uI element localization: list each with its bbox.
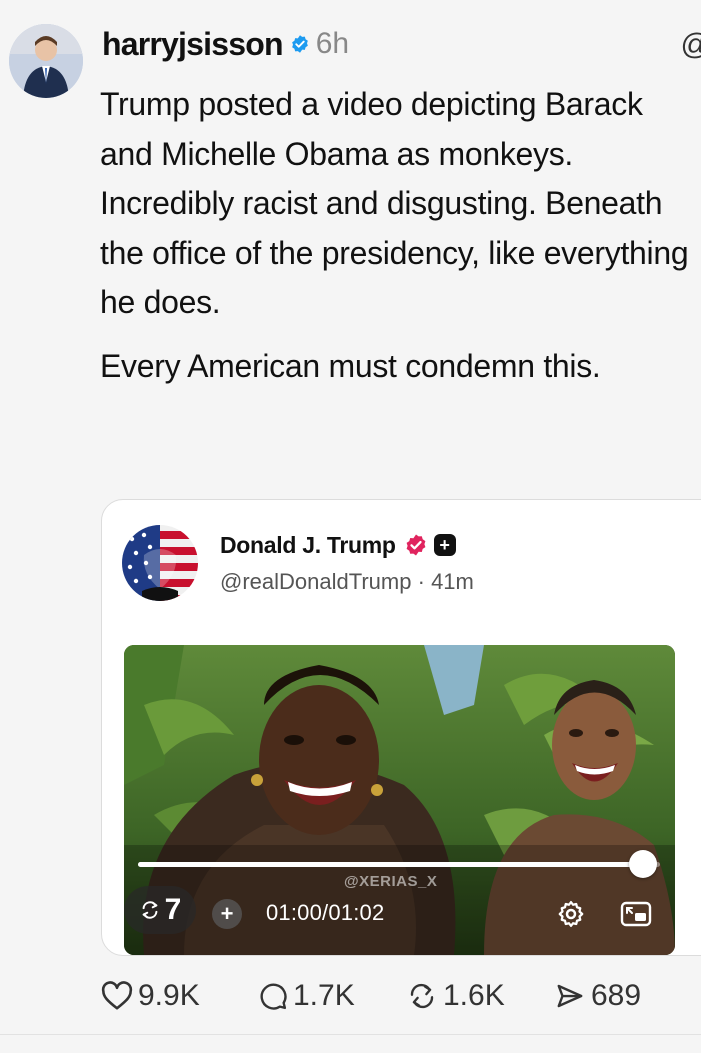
quoted-post-card[interactable]: Donald J. Trump + @realDonaldTrump · 41m xyxy=(101,499,701,956)
divider xyxy=(0,1034,701,1035)
repost-button[interactable]: 1.6K xyxy=(405,979,553,1013)
video-frame-image xyxy=(124,645,675,955)
video-player[interactable]: @XERIAS_X 7 + 01:00/01:02 xyxy=(124,645,675,955)
author-avatar-image xyxy=(9,24,83,98)
video-progress-bar[interactable] xyxy=(138,850,660,878)
like-count: 9.9K xyxy=(138,979,200,1012)
quoted-separator: · xyxy=(417,569,425,594)
verified-badge-icon xyxy=(291,35,308,53)
add-icon[interactable]: + xyxy=(212,899,242,929)
quoted-handle-row: @realDonaldTrump · 41m xyxy=(220,569,474,595)
repost-icon xyxy=(410,983,434,1009)
video-progress-fill xyxy=(138,862,644,867)
repost-count: 1.6K xyxy=(443,979,505,1012)
repost-count-pill[interactable]: 7 xyxy=(124,886,196,934)
post-body: Trump posted a video depicting Barack an… xyxy=(100,80,700,391)
video-watermark: @XERIAS_X xyxy=(344,873,438,890)
heart-icon xyxy=(101,981,133,1010)
reply-button[interactable]: 1.7K xyxy=(257,979,405,1013)
red-verified-badge-icon xyxy=(406,534,426,556)
author-avatar[interactable] xyxy=(9,24,83,98)
share-count: 689 xyxy=(591,979,642,1012)
share-button[interactable]: 689 xyxy=(553,979,641,1013)
quoted-handle[interactable]: @realDonaldTrump xyxy=(220,569,411,594)
repost-count: 7 xyxy=(164,893,182,926)
quoted-time: 41m xyxy=(431,569,474,594)
comment-icon xyxy=(260,983,287,1010)
threads-menu-icon[interactable]: @ xyxy=(681,28,701,62)
quoted-name-row: Donald J. Trump + xyxy=(220,528,456,562)
plus-badge-icon: + xyxy=(433,534,456,556)
post-actions: 9.9K 1.7K 1.6K 689 xyxy=(100,975,641,1017)
settings-gear-icon[interactable] xyxy=(556,899,586,929)
picture-in-picture-icon[interactable] xyxy=(620,900,652,928)
post-paragraph: Trump posted a video depicting Barack an… xyxy=(100,86,689,320)
repost-icon xyxy=(142,901,158,919)
post-header: harryjsisson 6h xyxy=(102,22,701,66)
send-icon xyxy=(557,984,583,1008)
like-button[interactable]: 9.9K xyxy=(100,979,257,1013)
author-username[interactable]: harryjsisson xyxy=(102,26,284,63)
quoted-author-avatar[interactable] xyxy=(122,525,198,601)
post-paragraph: Every American must condemn this. xyxy=(100,347,601,384)
quoted-display-name[interactable]: Donald J. Trump xyxy=(220,532,396,559)
post-time: 6h xyxy=(315,27,350,60)
reply-count: 1.7K xyxy=(293,979,355,1012)
video-time: 01:00/01:02 xyxy=(266,900,385,925)
flag-face-avatar-image xyxy=(122,525,198,601)
